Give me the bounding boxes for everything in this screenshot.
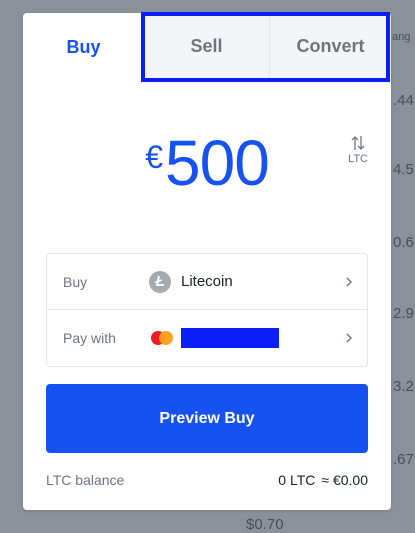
tab-buy[interactable]: Buy: [23, 13, 144, 81]
trade-modal: Buy Sell Convert € 500 LTC Buy Litecoin: [23, 13, 391, 510]
chevron-right-icon: [346, 277, 352, 286]
trade-tabs: Buy Sell Convert: [23, 13, 391, 81]
background-text: .44: [393, 92, 414, 109]
payment-method-row[interactable]: Pay with: [47, 310, 367, 366]
background-text: 2.9: [393, 305, 414, 322]
balance-label: LTC balance: [46, 472, 125, 488]
tab-convert[interactable]: Convert: [269, 13, 391, 81]
buy-asset-name: Litecoin: [181, 273, 233, 290]
balance-crypto: 0 LTC: [278, 472, 316, 488]
payment-method-label: Pay with: [63, 330, 116, 346]
background-text: 3.2: [393, 378, 414, 395]
background-text: 4.5: [393, 161, 414, 178]
order-details: Buy Litecoin Pay with: [46, 253, 368, 367]
preview-buy-button[interactable]: Preview Buy: [46, 384, 368, 453]
litecoin-icon: [149, 270, 171, 293]
amount-display[interactable]: € 500: [23, 131, 391, 221]
background-text: 0.6: [393, 234, 414, 251]
buy-asset-row[interactable]: Buy Litecoin: [47, 254, 367, 310]
currency-symbol: €: [145, 139, 163, 175]
background-text: $0.70: [246, 516, 284, 533]
payment-method-value: [149, 328, 279, 348]
unit-toggle-label: LTC: [348, 153, 368, 165]
unit-toggle-button[interactable]: LTC: [343, 135, 373, 175]
balance-fiat: ≈ €0.00: [321, 472, 368, 488]
buy-asset-value: Litecoin: [149, 270, 233, 293]
balance-row: LTC balance 0 LTC ≈ €0.00: [46, 471, 368, 491]
chevron-right-icon: [346, 333, 352, 343]
swap-vertical-arrows-icon: [351, 136, 365, 150]
background-text: ang: [392, 31, 411, 43]
balance-amount: 0 LTC ≈ €0.00: [278, 472, 368, 488]
redacted-card-details: [181, 328, 279, 348]
background-text: .67: [393, 451, 414, 468]
amount-value: 500: [165, 127, 270, 199]
mastercard-icon: [149, 328, 179, 348]
buy-asset-label: Buy: [63, 273, 88, 290]
tab-sell[interactable]: Sell: [144, 13, 269, 81]
